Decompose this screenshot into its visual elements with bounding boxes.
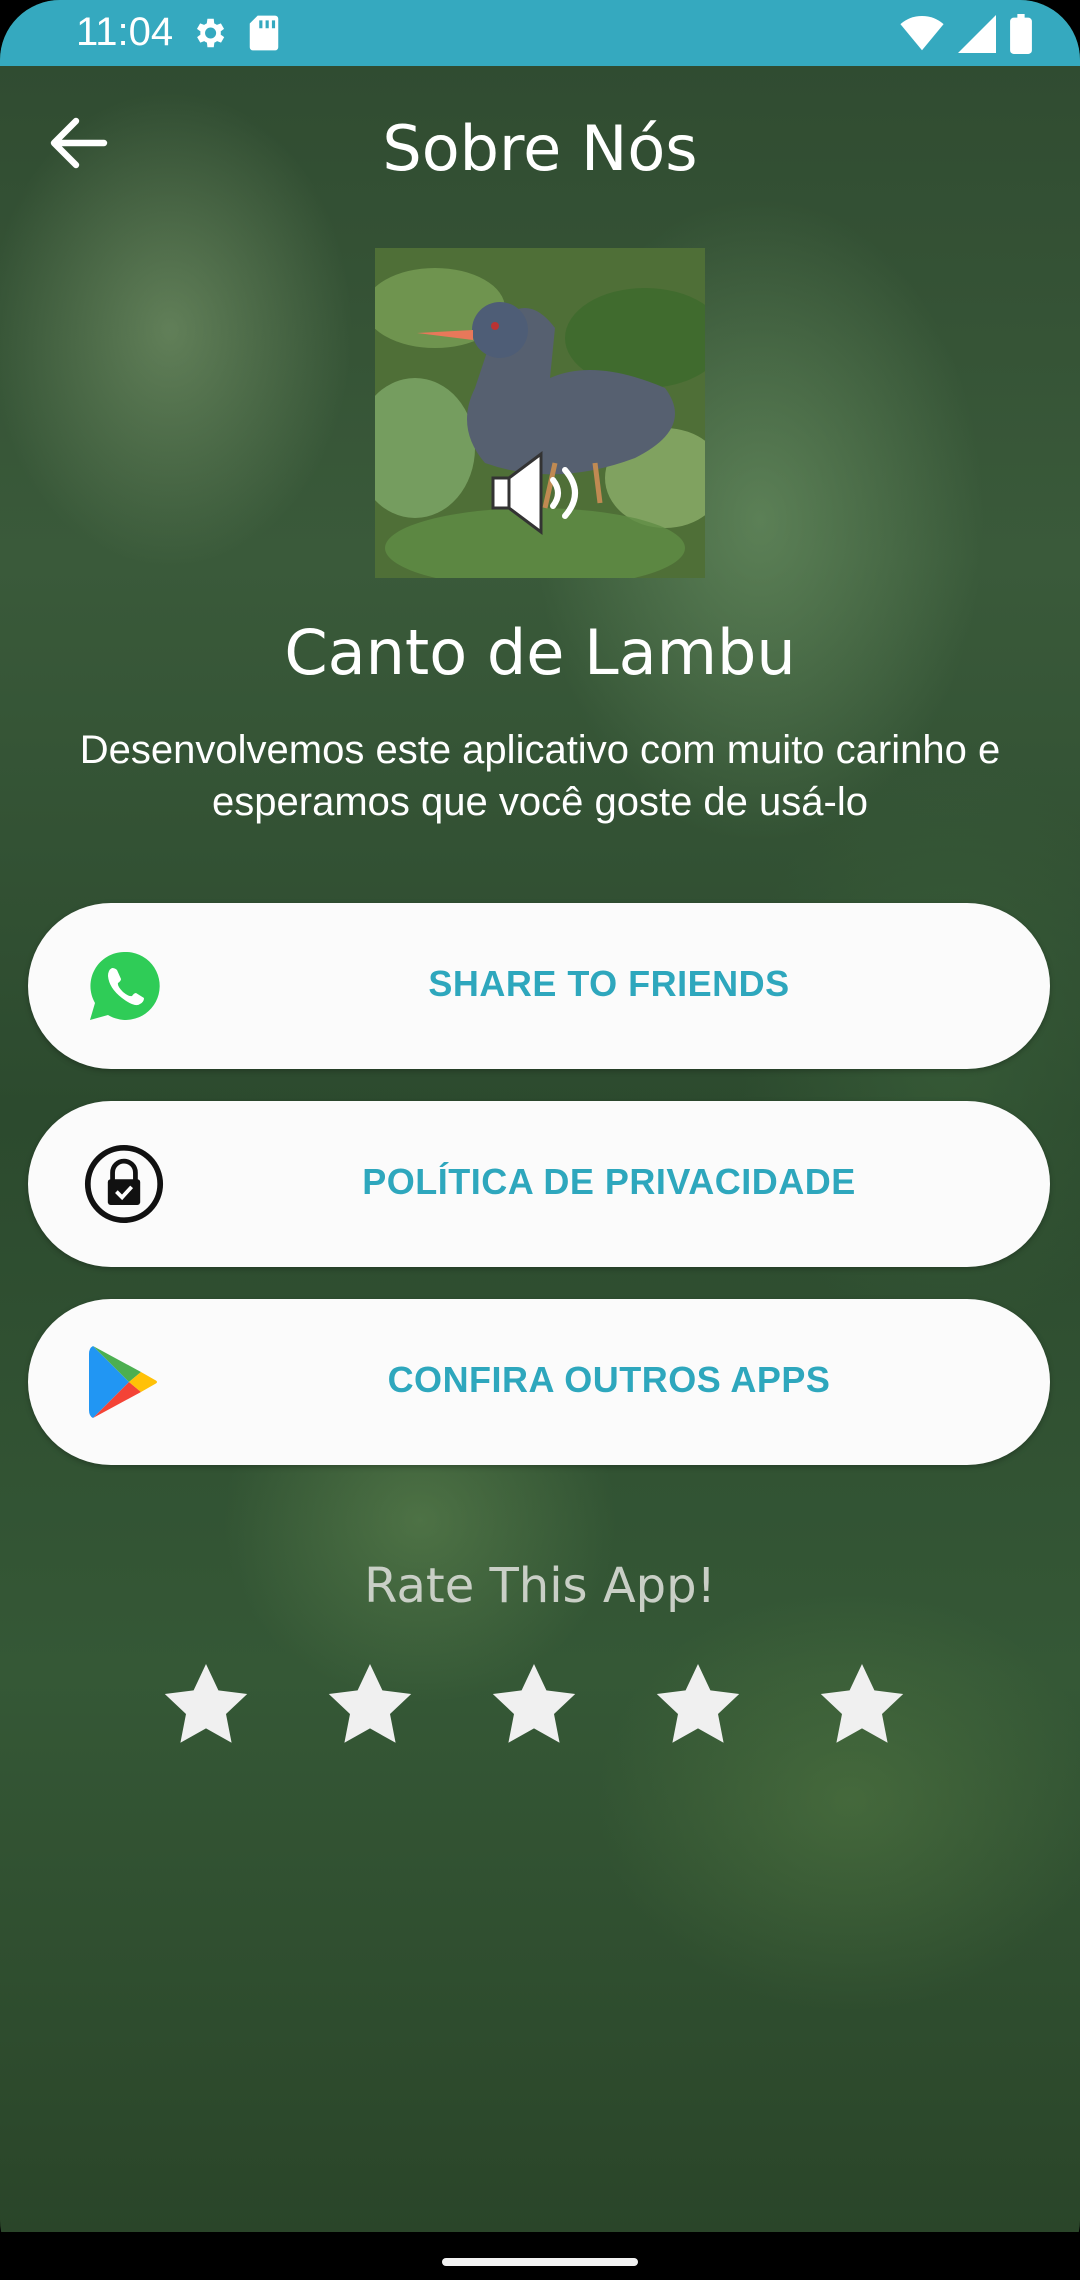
share-to-friends-label: SHARE TO FRIENDS bbox=[428, 963, 790, 1004]
battery-icon bbox=[1010, 14, 1032, 59]
screen: 11:04 Sobre Nós Canto de Lambu Desenvolv… bbox=[0, 0, 1080, 2280]
app-description: Desenvolvemos este aplicativo com muito … bbox=[79, 728, 1001, 824]
page-title: Sobre Nós bbox=[382, 112, 698, 185]
settings-icon bbox=[190, 14, 228, 57]
privacy-policy-button[interactable]: POLÍTICA DE PRIVACIDADE bbox=[28, 1101, 1050, 1267]
bird-photo bbox=[375, 248, 705, 578]
share-to-friends-button[interactable]: SHARE TO FRIENDS bbox=[28, 903, 1050, 1069]
other-apps-label: CONFIRA OUTROS APPS bbox=[387, 1359, 831, 1400]
home-indicator[interactable] bbox=[442, 2258, 638, 2266]
rate-title: Rate This App! bbox=[364, 1558, 716, 1614]
other-apps-button[interactable]: CONFIRA OUTROS APPS bbox=[28, 1299, 1050, 1465]
star-3[interactable] bbox=[486, 1658, 582, 1754]
star-1[interactable] bbox=[158, 1658, 254, 1754]
star-5[interactable] bbox=[814, 1658, 910, 1754]
wifi-icon bbox=[900, 16, 944, 57]
privacy-policy-label: POLÍTICA DE PRIVACIDADE bbox=[362, 1161, 856, 1202]
status-bar: 11:04 bbox=[0, 0, 1080, 66]
signal-icon bbox=[958, 15, 996, 58]
star-rating bbox=[158, 1658, 938, 1754]
google-play-icon bbox=[84, 1342, 164, 1422]
status-time: 11:04 bbox=[76, 10, 174, 54]
app-name: Canto de Lambu bbox=[284, 616, 796, 689]
navigation-bar bbox=[0, 2232, 1080, 2280]
whatsapp-icon bbox=[84, 946, 164, 1026]
top-app-bar: Sobre Nós bbox=[0, 90, 1080, 200]
lock-icon bbox=[84, 1144, 164, 1224]
star-4[interactable] bbox=[650, 1658, 746, 1754]
speaker-icon bbox=[487, 451, 593, 542]
play-sound-button[interactable] bbox=[487, 448, 593, 538]
star-2[interactable] bbox=[322, 1658, 418, 1754]
sd-card-icon bbox=[248, 14, 280, 57]
